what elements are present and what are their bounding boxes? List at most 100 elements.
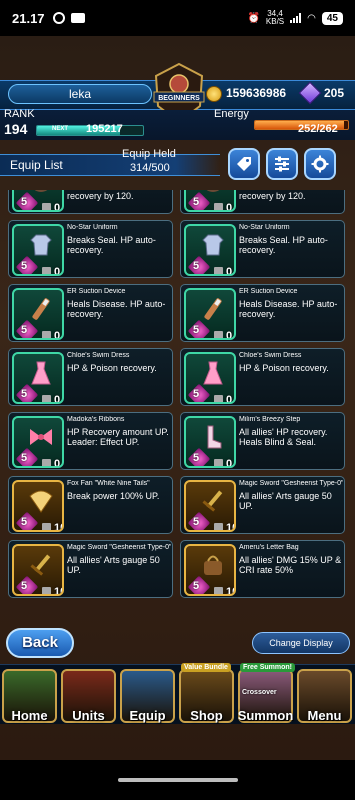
sort-icon [275, 156, 289, 172]
back-button[interactable]: Back [6, 628, 74, 658]
home-gesture-bar[interactable] [118, 778, 238, 782]
equip-card[interactable]: 5 0 ER Suction Device Heals Disease. HP aut… [8, 284, 173, 342]
equip-description: Breaks Seal. HP auto-recovery. [239, 235, 328, 255]
equip-description: Breaks Seal. HP auto-recovery. [67, 235, 156, 255]
equip-card[interactable]: 5 0 No-Star Uniform Breaks Seal. HP auto-re… [180, 220, 345, 278]
change-display-button[interactable]: Change Display [252, 632, 350, 654]
nav-label: Units [72, 708, 105, 723]
equip-card[interactable]: 5 10 Fox Fan "White Nine Tails" Break power… [8, 476, 173, 534]
equip-card[interactable]: 5 0 No-Star Uniform Breaks Seal. HP auto-re… [8, 220, 173, 278]
gem-count: 205 [324, 86, 345, 100]
player-name[interactable]: leka [8, 84, 152, 104]
equip-held-value: 314/500 [130, 162, 170, 174]
equip-thumbnail[interactable]: 50 [184, 352, 236, 404]
equip-thumbnail[interactable]: 5 10 [184, 544, 236, 596]
rarity-value: 5 [21, 580, 28, 592]
equip-quantity: 0 [54, 330, 61, 340]
equip-description: All allies' Arts gauge 50 UP. [67, 555, 160, 575]
equip-thumbnail[interactable]: 50 [12, 190, 64, 212]
boots-icon [200, 424, 226, 450]
equip-card[interactable]: 5 10 Ameru's Letter Bag All allies' DMG 15%… [180, 540, 345, 598]
equip-name: Magic Sword "Gesheenst Type-0" [239, 480, 343, 487]
nav-shop[interactable]: Value Bundle Shop [177, 663, 236, 725]
equip-card[interactable]: 5 0 ER Suction Device Heals Disease. HP aut… [180, 284, 345, 342]
equip-thumbnail[interactable]: 50 [12, 288, 64, 340]
rarity-value: 5 [21, 516, 28, 528]
equip-description: Break power 100% UP. [67, 491, 160, 501]
hammer-icon [214, 459, 223, 466]
equip-thumbnail[interactable]: 50 [12, 416, 64, 468]
rarity-value: 5 [21, 388, 28, 400]
nav-summon[interactable]: Free Summon! Crossover Summon [236, 663, 295, 725]
rarity-value: 5 [21, 452, 28, 464]
nav-units[interactable]: Units [59, 665, 118, 725]
equip-quantity: 10 [226, 522, 234, 532]
rarity-value: 5 [193, 196, 200, 208]
equip-thumbnail[interactable]: 5 10 [12, 544, 64, 596]
rank-label: RANK [4, 108, 35, 120]
sort-button[interactable] [266, 148, 298, 180]
equip-card[interactable]: 5 10 Magic Sword "Gesheenst Type-0" All all… [8, 540, 173, 598]
equip-quantity: 10 [226, 586, 234, 596]
uniform-icon [28, 232, 54, 258]
free-summon-badge: Free Summon! [240, 663, 295, 672]
equip-card[interactable]: 5 10 Magic Sword "Gesheenst Type-0" All all… [180, 476, 345, 534]
hammer-icon [42, 331, 51, 338]
tag-icon [237, 157, 251, 171]
nav-home[interactable]: Home [0, 665, 59, 725]
network-speed: 34,4 KB/S [265, 9, 285, 26]
equip-name: ER Suction Device [67, 288, 126, 295]
equip-name: No-Star Uniform [239, 224, 290, 231]
equip-name: Milim's Breezy Step [239, 416, 301, 423]
equip-list[interactable]: 50Light DMG 1000%. MAX HP 30% UP. HP Aut… [8, 190, 348, 660]
equip-name: ER Suction Device [239, 288, 298, 295]
equip-thumbnail[interactable]: 5 10 [12, 480, 64, 532]
equip-name: Madoka's Ribbons [67, 416, 125, 423]
crossover-badge: Crossover [242, 689, 277, 696]
equip-thumbnail[interactable]: 50 [184, 224, 236, 276]
bottom-nav: Home Units Equip Value Bundle Shop Free Summo… [0, 663, 355, 725]
equip-thumbnail[interactable]: 50 [12, 352, 64, 404]
equip-description: Heals Disease. HP auto-recovery. [239, 299, 338, 319]
equip-name: No-Star Uniform [67, 224, 118, 231]
device-icon [28, 296, 54, 322]
status-bar: 21.17 ⏰ 34,4 KB/S ◠ 45 [0, 0, 355, 36]
youtube-icon [70, 13, 85, 23]
equip-description: All allies' HP recovery. Heals Blind & S… [239, 427, 328, 447]
helmet-icon [28, 190, 54, 194]
equip-thumbnail[interactable]: 5 10 [184, 480, 236, 532]
rarity-value: 5 [21, 260, 28, 272]
equip-card[interactable]: 5 0 Milim's Breezy Step All allies' HP reco… [180, 412, 345, 470]
equip-quantity: 0 [54, 394, 61, 404]
equip-name: Chloe's Swim Dress [67, 352, 130, 359]
rarity-value: 5 [193, 260, 200, 272]
nav-label: Equip [129, 708, 166, 723]
nav-label: Menu [307, 708, 342, 723]
equip-card[interactable]: 5 0 Chloe's Swim Dress HP & Poison recovery… [8, 348, 173, 406]
equip-thumbnail[interactable]: 50 [12, 224, 64, 276]
hammer-icon [214, 587, 223, 594]
equip-thumbnail[interactable]: 50 [184, 288, 236, 340]
equip-thumbnail[interactable]: 50 [184, 190, 236, 212]
hammer-icon [42, 523, 51, 530]
tag-button[interactable] [228, 148, 260, 180]
nav-equip[interactable]: Equip [118, 665, 177, 725]
equip-thumbnail[interactable]: 50 [184, 416, 236, 468]
equip-quantity: 0 [226, 330, 233, 340]
equip-quantity: 0 [54, 458, 61, 468]
equip-name: Chloe's Swim Dress [239, 352, 302, 359]
equip-card[interactable]: 50Light DMG 1000%. MAX HP 30% UP. HP Aut… [180, 190, 345, 214]
hammer-icon [42, 459, 51, 466]
nav-menu[interactable]: Menu [295, 665, 354, 725]
energy-value: 252/262 [298, 123, 338, 135]
equip-card[interactable]: 50Light DMG 1000%. MAX HP 30% UP. HP Aut… [8, 190, 173, 214]
settings-button[interactable] [304, 148, 336, 180]
equip-list-title: Equip List [10, 158, 63, 172]
equip-card[interactable]: 5 0 Chloe's Swim Dress HP & Poison recovery… [180, 348, 345, 406]
hammer-icon [42, 587, 51, 594]
sword-icon [28, 552, 54, 578]
nav-label: Summon [237, 708, 294, 723]
equip-card[interactable]: 5 0 Madoka's Ribbons HP Recovery amount UP.… [8, 412, 173, 470]
equip-quantity: 0 [226, 266, 233, 276]
signal-icon [290, 13, 302, 23]
